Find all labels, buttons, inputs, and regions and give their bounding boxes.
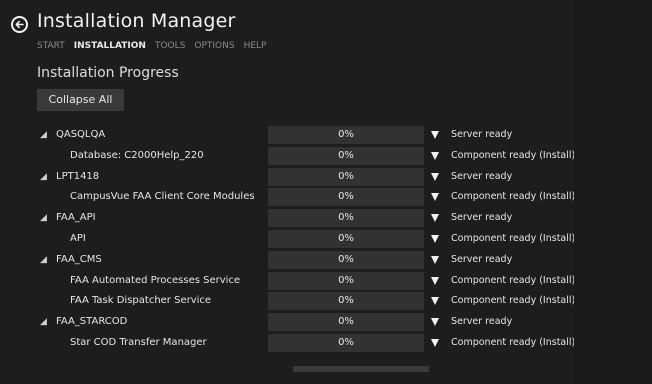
component-name: CampusVue FAA Client Core Modules <box>70 191 255 203</box>
status-text: Component ready (Install) <box>451 295 576 307</box>
installation-progress-list: ◢ QASQLQA 0% Server ready Database: C200… <box>0 125 580 354</box>
server-name: FAA_STARCOD <box>56 316 128 328</box>
server-row[interactable]: ◢ LPT1418 0% Server ready <box>0 167 580 188</box>
component-row[interactable]: FAA Task Dispatcher Service 0% Component… <box>0 291 580 312</box>
collapse-expander-icon[interactable]: ◢ <box>40 255 47 265</box>
progress-bar: 0% <box>268 292 424 311</box>
component-row[interactable]: Database: C2000Help_220 0% Component rea… <box>0 146 580 167</box>
component-name: API <box>70 232 86 244</box>
app-title: Installation Manager <box>37 10 236 32</box>
server-row[interactable]: ◢ FAA_API 0% Server ready <box>0 208 580 229</box>
dropdown-triangle-icon[interactable] <box>431 234 439 243</box>
server-name: LPT1418 <box>56 170 100 182</box>
dropdown-triangle-icon[interactable] <box>431 338 439 347</box>
component-row[interactable]: API 0% Component ready (Install) <box>0 229 580 250</box>
collapse-expander-icon[interactable]: ◢ <box>40 130 47 140</box>
dropdown-triangle-icon[interactable] <box>431 255 439 264</box>
status-text: Component ready (Install) <box>451 191 576 203</box>
component-name: FAA Automated Processes Service <box>70 274 241 286</box>
component-row[interactable]: Star COD Transfer Manager 0% Component r… <box>0 333 580 354</box>
dropdown-triangle-icon[interactable] <box>431 151 439 160</box>
progress-bar: 0% <box>268 250 424 269</box>
status-text: Server ready <box>451 129 513 140</box>
progress-bar: 0% <box>268 229 424 248</box>
progress-bar: 0% <box>268 209 424 228</box>
right-gutter <box>574 0 652 384</box>
dropdown-triangle-icon[interactable] <box>431 297 439 306</box>
progress-bar: 0% <box>268 126 424 144</box>
progress-bar: 0% <box>268 313 424 332</box>
back-arrow-icon[interactable] <box>11 16 28 33</box>
menu-item-installation[interactable]: INSTALLATION <box>74 41 146 51</box>
server-row[interactable]: ◢ FAA_STARCOD 0% Server ready <box>0 312 580 333</box>
status-text: Component ready (Install) <box>451 274 576 286</box>
progress-bar: 0% <box>268 333 424 352</box>
status-text: Component ready (Install) <box>451 336 576 348</box>
progress-bar: 0% <box>268 271 424 290</box>
status-text: Component ready (Install) <box>451 149 576 161</box>
installation-manager-window: Installation Manager START INSTALLATION … <box>0 0 652 384</box>
progress-bar: 0% <box>268 167 424 186</box>
collapse-expander-icon[interactable]: ◢ <box>40 317 47 327</box>
main-menu: START INSTALLATION TOOLS OPTIONS HELP <box>37 41 266 51</box>
dropdown-triangle-icon[interactable] <box>431 193 439 202</box>
dropdown-triangle-icon[interactable] <box>431 318 439 327</box>
menu-item-options[interactable]: OPTIONS <box>194 41 234 51</box>
component-row[interactable]: CampusVue FAA Client Core Modules 0% Com… <box>0 187 580 208</box>
collapse-expander-icon[interactable]: ◢ <box>40 172 47 182</box>
dropdown-triangle-icon[interactable] <box>431 172 439 181</box>
collapse-all-button[interactable]: Collapse All <box>37 89 124 111</box>
menu-item-help[interactable]: HELP <box>244 41 267 51</box>
section-title: Installation Progress <box>37 65 179 81</box>
progress-bar: 0% <box>268 146 424 165</box>
server-row[interactable]: ◢ QASQLQA 0% Server ready <box>0 125 580 146</box>
status-text: Server ready <box>451 253 513 265</box>
component-name: Database: C2000Help_220 <box>70 149 204 161</box>
component-name: FAA Task Dispatcher Service <box>70 295 212 307</box>
menu-item-start[interactable]: START <box>37 41 65 51</box>
server-name: FAA_API <box>56 212 96 224</box>
server-name: QASQLQA <box>56 129 106 140</box>
component-row[interactable]: FAA Automated Processes Service 0% Compo… <box>0 271 580 292</box>
dropdown-triangle-icon[interactable] <box>431 214 439 223</box>
dropdown-triangle-icon[interactable] <box>431 131 439 139</box>
dropdown-triangle-icon[interactable] <box>431 276 439 285</box>
component-name: Star COD Transfer Manager <box>70 336 207 348</box>
status-text: Server ready <box>451 212 513 224</box>
status-text: Server ready <box>451 316 513 328</box>
server-row[interactable]: ◢ FAA_CMS 0% Server ready <box>0 250 580 271</box>
progress-bar: 0% <box>268 188 424 207</box>
menu-item-tools[interactable]: TOOLS <box>155 41 185 51</box>
status-text: Server ready <box>451 170 513 182</box>
status-text: Component ready (Install) <box>451 232 576 244</box>
server-name: FAA_CMS <box>56 253 102 265</box>
horizontal-scrollbar[interactable] <box>293 366 429 372</box>
collapse-expander-icon[interactable]: ◢ <box>40 213 47 223</box>
